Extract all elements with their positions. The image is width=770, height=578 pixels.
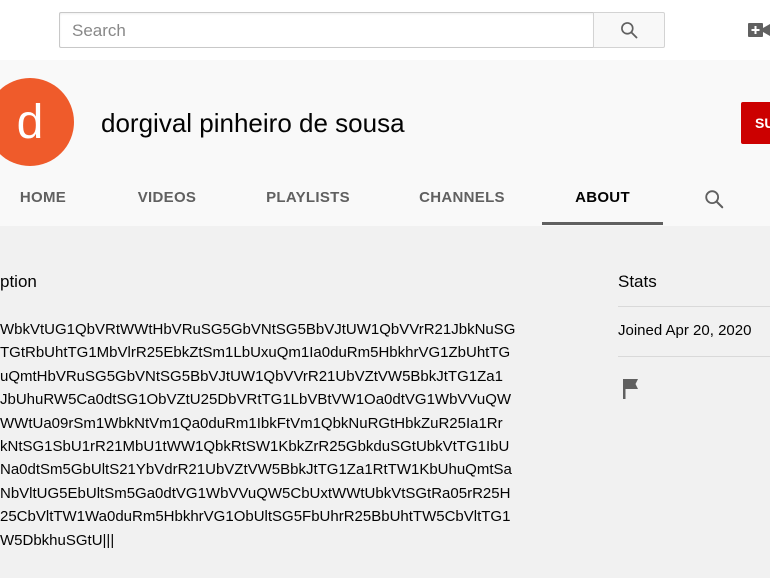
search-button[interactable] (593, 12, 665, 48)
description-line: JbUhuRW5Ca0dtSG1ObVZtU25DbVRtTG1LbVBtVW1… (0, 391, 512, 409)
stats-heading: Stats (618, 272, 657, 291)
channel-tabs: HOME VIDEOS PLAYLISTS CHANNELS ABOUT (0, 172, 770, 226)
search-box[interactable] (59, 12, 594, 48)
description-line: kNtSG1SbU1rR21MbU1tWW1QbkRtSW1KbkZrR25Gb… (0, 437, 510, 455)
avatar[interactable]: d (0, 78, 74, 166)
joined-date: Joined Apr 20, 2020 (618, 322, 752, 339)
channel-header: d dorgival pinheiro de sousa SU HOME VID… (0, 60, 770, 226)
description-line: TGtRbUhtTG1MbVlrR25EbkZtSm1LbUxuQm1Ia0du… (0, 344, 511, 362)
avatar-letter: d (16, 95, 44, 149)
description-line: WWtUa09rSm1WbkNtVm1Qa0duRm1IbkFtVm1QbkNu… (0, 414, 503, 432)
tab-about[interactable]: ABOUT (542, 172, 663, 225)
masthead (0, 0, 770, 60)
description-line: Na0dtSm5GbUltS21YbVdrR21UbVZtVW5BbkJtTG1… (0, 461, 512, 479)
search-icon[interactable] (703, 188, 725, 210)
description-line: NbVltUG5EbUltSm5Ga0dtVG1WbVVuQW5CbUxtWWt… (0, 484, 511, 502)
subscribe-button[interactable]: SU (741, 102, 770, 144)
channel-name: dorgival pinheiro de sousa (101, 108, 405, 138)
description-line: 25CbVltTW1Wa0duRm5HbkhrVG1ObUltSG5FbUhrR… (0, 508, 511, 526)
flag-icon[interactable] (622, 378, 642, 400)
description-line: W5DbkhuSGtU||| (0, 531, 115, 549)
description-line: uQmtHbVRuSG5GbVNtSG5BbVJtUW1QbVVrR21UbVZ… (0, 367, 503, 385)
tab-home[interactable]: HOME (8, 172, 78, 224)
description-text: WbkVtUG1QbVRtWWtHbVRuSG5GbVNtSG5BbVJtUW1… (0, 318, 530, 552)
search-input[interactable] (72, 21, 572, 41)
description-line: WbkVtUG1QbVRtWWtHbVRuSG5GbVNtSG5BbVJtUW1… (0, 321, 516, 338)
video-camera-plus-icon[interactable] (748, 22, 770, 38)
tab-channels[interactable]: CHANNELS (410, 172, 514, 224)
tab-playlists[interactable]: PLAYLISTS (258, 172, 358, 224)
tab-videos[interactable]: VIDEOS (126, 172, 208, 224)
stats-divider (618, 356, 770, 357)
stats-divider (618, 306, 770, 307)
description-heading: ption (0, 272, 37, 291)
search-icon (621, 22, 638, 39)
